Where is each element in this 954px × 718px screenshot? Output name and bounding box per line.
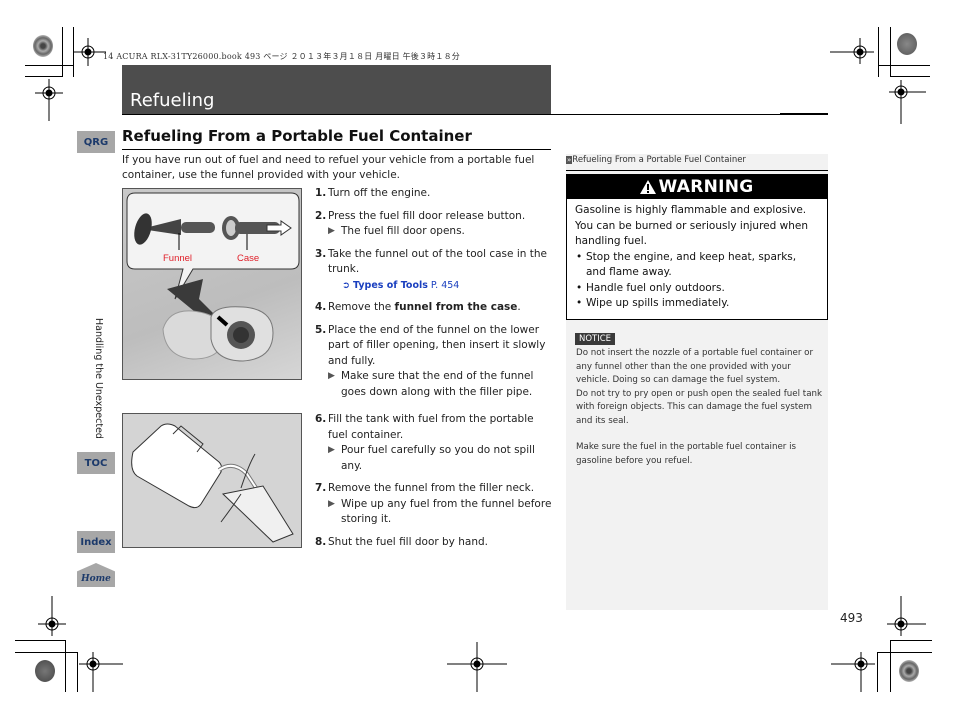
color-rosette-icon bbox=[899, 660, 919, 682]
color-rosette-icon bbox=[33, 35, 53, 57]
registration-target-icon bbox=[889, 80, 926, 124]
fuel-door-illustration: Funnel Case bbox=[126, 192, 300, 362]
warning-bullet: Wipe up spills immediately. bbox=[575, 296, 819, 312]
warning-box: WARNING Gasoline is highly flammable and… bbox=[566, 174, 828, 320]
step-item: 8. Shut the fuel fill door by hand. bbox=[315, 535, 488, 548]
divider bbox=[122, 149, 551, 150]
step-result: ▶ Wipe up any fuel from the funnel before… bbox=[328, 497, 552, 526]
registration-target-icon bbox=[35, 79, 63, 121]
steps-list-b: 6. Fill the tank with fuel from the porta… bbox=[315, 412, 555, 550]
registration-target-icon bbox=[79, 652, 123, 692]
step-item: 5. Place the end of the funnel on the low… bbox=[315, 323, 546, 367]
page-number: 493 bbox=[840, 611, 863, 625]
warning-title: WARNING bbox=[658, 177, 754, 197]
cross-reference-link[interactable]: ➲ Types of Tools P. 454 bbox=[315, 278, 555, 294]
triangle-right-icon: ▶ bbox=[328, 371, 335, 381]
registration-target-icon bbox=[831, 652, 875, 692]
warning-bullet: Stop the engine, and keep heat, sparks, … bbox=[575, 250, 819, 281]
sidebar-breadcrumb: »Refueling From a Portable Fuel Containe… bbox=[566, 155, 746, 165]
case-label: Case bbox=[237, 253, 259, 264]
notice-text: Do not insert the nozzle of a portable f… bbox=[576, 348, 823, 466]
registration-target-icon bbox=[38, 596, 66, 636]
link-arrow-icon: ➲ bbox=[342, 279, 353, 291]
qrg-button[interactable]: QRG bbox=[77, 131, 115, 153]
step-item: 4. Remove the funnel from the case. bbox=[315, 301, 521, 313]
step-result: ▶ Pour fuel carefully so you do not spill… bbox=[328, 444, 535, 472]
chapter-title-bar: Refueling bbox=[122, 65, 551, 114]
registration-target-icon bbox=[447, 642, 507, 692]
step-result: ▶ Make sure that the end of the funnel go… bbox=[328, 370, 534, 398]
home-button[interactable]: Home bbox=[77, 563, 115, 587]
home-label: Home bbox=[81, 574, 111, 584]
funnel-label: Funnel bbox=[163, 253, 192, 264]
step-item: 6. Fill the tank with fuel from the porta… bbox=[315, 413, 534, 441]
index-button[interactable]: Index bbox=[77, 531, 115, 553]
chapter-title: Refueling bbox=[130, 90, 215, 111]
section-title: Refueling From a Portable Fuel Container bbox=[122, 127, 472, 145]
warning-list: Stop the engine, and keep heat, sparks, … bbox=[575, 250, 819, 312]
warning-text: Gasoline is highly flammable and explosi… bbox=[575, 204, 808, 247]
triangle-right-icon: ▶ bbox=[328, 226, 335, 236]
step-item: 3. Take the funnel out of the tool case i… bbox=[315, 247, 547, 276]
step-item: 2. Press the fuel fill door release butto… bbox=[315, 209, 526, 222]
divider bbox=[566, 170, 828, 171]
warning-header: WARNING bbox=[567, 175, 827, 199]
funnel-figure: Funnel Case bbox=[122, 188, 302, 380]
step-result: ▶ The fuel fill door opens. bbox=[328, 224, 555, 240]
warning-bullet: Handle fuel only outdoors. bbox=[575, 281, 819, 297]
refuel-figure bbox=[122, 413, 302, 548]
registration-target-icon bbox=[74, 38, 106, 66]
section-label: Handling the Unexpected bbox=[93, 318, 104, 439]
color-rosette-icon bbox=[35, 660, 55, 682]
steps-list-a: 1. Turn off the engine. 2. Press the fuel … bbox=[315, 186, 555, 400]
notice-badge: NOTICE bbox=[575, 333, 616, 345]
step-item: 7. Remove the funnel from the filler neck… bbox=[315, 482, 535, 494]
toc-button[interactable]: TOC bbox=[77, 452, 115, 474]
fuel-container-illustration bbox=[131, 423, 294, 543]
print-header: 14 ACURA RLX-31TY26000.book 493 ページ ２０１３… bbox=[103, 52, 460, 61]
registration-target-icon bbox=[887, 596, 926, 636]
divider bbox=[122, 114, 828, 115]
step-item: 1. Turn off the engine. bbox=[315, 187, 431, 199]
registration-target-icon bbox=[830, 38, 874, 64]
triangle-right-icon: ▶ bbox=[328, 445, 335, 455]
warning-triangle-icon bbox=[640, 180, 657, 194]
triangle-right-icon: ▶ bbox=[328, 498, 335, 509]
intro-text: If you have run out of fuel and need to … bbox=[122, 154, 535, 181]
color-rosette-icon bbox=[897, 33, 917, 55]
